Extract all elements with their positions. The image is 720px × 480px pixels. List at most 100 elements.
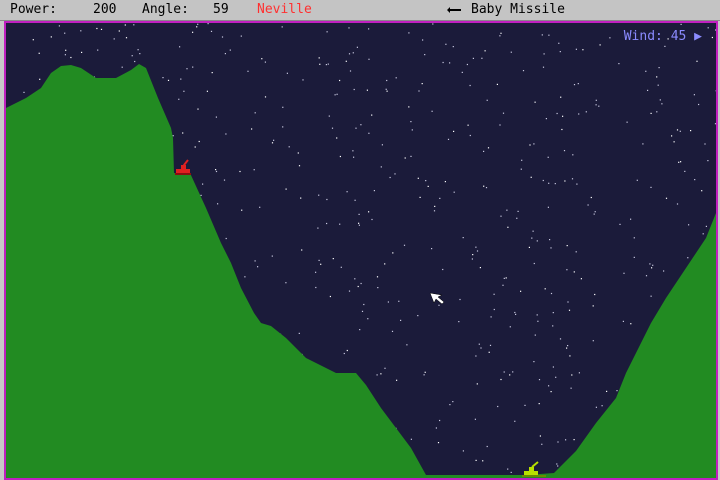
star: [529, 144, 531, 146]
star: [616, 390, 618, 392]
star: [162, 77, 164, 79]
star: [358, 213, 360, 215]
star: [595, 406, 597, 408]
star: [380, 166, 382, 168]
battlefield-canvas[interactable]: [6, 23, 716, 478]
star: [302, 79, 304, 81]
star: [487, 147, 490, 149]
star: [32, 39, 34, 41]
star: [225, 133, 227, 135]
weapon-name[interactable]: Baby Missile: [471, 0, 565, 20]
star: [65, 49, 67, 51]
star: [572, 154, 574, 156]
star: [368, 211, 370, 213]
star: [271, 142, 274, 144]
star: [339, 155, 341, 158]
star: [50, 36, 52, 38]
star: [431, 110, 433, 112]
star: [577, 83, 579, 85]
star: [453, 191, 455, 193]
star: [386, 79, 388, 82]
star: [137, 49, 139, 51]
star: [391, 330, 394, 332]
star: [522, 70, 525, 72]
star: [400, 319, 402, 321]
star: [490, 316, 492, 318]
star: [478, 343, 480, 345]
star: [281, 26, 283, 28]
star: [566, 347, 568, 349]
star: [64, 32, 66, 34]
star: [595, 104, 597, 106]
star: [462, 237, 464, 239]
star: [645, 275, 648, 277]
wind-label: Wind:: [623, 29, 663, 44]
star: [514, 420, 516, 422]
star: [548, 385, 550, 387]
star: [326, 222, 328, 225]
star: [536, 240, 538, 242]
star: [475, 459, 477, 461]
star: [630, 323, 632, 325]
star: [410, 121, 412, 123]
star: [298, 332, 300, 334]
star: [380, 373, 382, 375]
star: [497, 405, 499, 408]
star: [592, 305, 594, 307]
active-player-name: Neville: [257, 2, 312, 17]
star: [466, 63, 468, 66]
star: [229, 49, 231, 51]
star: [179, 46, 181, 48]
star: [567, 345, 569, 347]
star: [650, 186, 652, 188]
star: [694, 179, 696, 181]
star: [595, 99, 597, 101]
star: [548, 182, 550, 184]
star: [192, 31, 194, 33]
star: [346, 191, 348, 193]
star: [649, 263, 651, 265]
star: [524, 404, 526, 406]
star: [348, 27, 350, 29]
star: [471, 258, 473, 260]
star: [449, 62, 451, 64]
star: [482, 460, 484, 462]
star: [354, 199, 356, 201]
star: [690, 130, 692, 132]
star: [424, 371, 426, 373]
star: [124, 24, 126, 26]
star: [439, 197, 441, 199]
star: [317, 227, 319, 229]
star: [361, 310, 364, 312]
star: [486, 445, 488, 448]
star: [552, 366, 554, 368]
battlefield[interactable]: Wind: 45 ▶: [4, 21, 718, 480]
star: [680, 161, 682, 163]
terrain: [6, 64, 716, 478]
star: [550, 247, 552, 249]
star: [80, 30, 82, 32]
star: [565, 439, 567, 441]
star: [680, 23, 682, 25]
star: [340, 266, 342, 268]
star: [573, 84, 576, 86]
star: [373, 190, 375, 192]
star: [550, 292, 553, 295]
star: [533, 262, 535, 265]
star: [576, 183, 578, 185]
star: [541, 443, 543, 445]
star: [339, 223, 341, 225]
star: [352, 150, 354, 152]
star: [598, 105, 600, 107]
star: [563, 150, 566, 152]
star: [489, 344, 492, 346]
star: [131, 55, 133, 57]
status-bar: Power: 200 Angle: 59 Neville Baby Missil…: [0, 0, 720, 21]
star: [573, 271, 575, 273]
star: [445, 43, 447, 45]
star: [469, 134, 471, 137]
star: [318, 194, 320, 196]
star: [496, 83, 498, 85]
star: [396, 379, 398, 381]
star: [459, 298, 461, 301]
